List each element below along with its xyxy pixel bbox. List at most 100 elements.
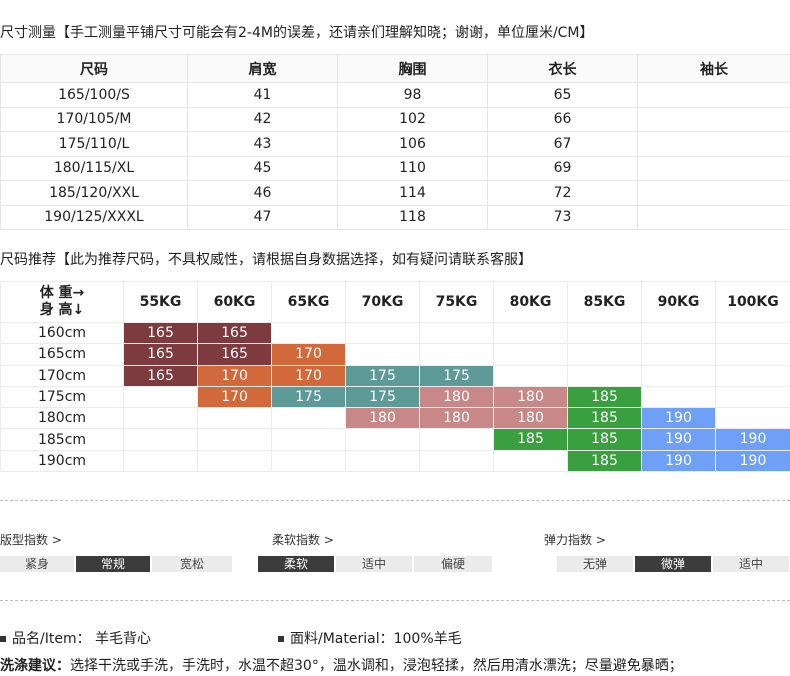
size-value: 180 — [346, 408, 419, 429]
weight-header: 55KG — [123, 281, 198, 323]
size-cell — [197, 428, 272, 451]
measure-row: 190/125/XXXL 47 118 73 — [0, 204, 790, 230]
measure-cell: 66 — [487, 106, 638, 132]
size-value: 190 — [642, 450, 715, 472]
weight-header: 70KG — [345, 281, 420, 323]
size-cell — [715, 407, 790, 430]
measure-cell: 170/105/M — [0, 106, 188, 132]
measure-row: 185/120/XXL 46 114 72 — [0, 180, 790, 206]
size-cell: 185 — [493, 428, 568, 451]
size-cell: 175 — [419, 364, 494, 387]
size-cell — [493, 449, 568, 473]
size-value: 175 — [272, 386, 345, 408]
measure-cell: 106 — [337, 131, 488, 157]
size-value: 190 — [716, 429, 790, 450]
measure-cell: 72 — [487, 180, 638, 206]
height-row: 175cm 170 175 175 180 180 185 — [0, 385, 790, 409]
size-value: 190 — [716, 450, 790, 472]
measure-cell: 45 — [187, 155, 338, 181]
header-shoulder: 肩宽 — [187, 54, 338, 83]
elasticity-option: 微弹 — [635, 556, 711, 572]
size-cell — [419, 449, 494, 473]
size-value: 170 — [198, 386, 271, 408]
size-cell: 175 — [345, 385, 420, 409]
height-label: 190cm — [0, 449, 124, 473]
measure-cell: 69 — [487, 155, 638, 181]
softness-option: 适中 — [336, 556, 412, 572]
size-cell: 165 — [197, 343, 272, 366]
size-cell — [567, 321, 642, 345]
measure-cell — [637, 180, 790, 206]
weight-header: 90KG — [641, 281, 716, 323]
measure-cell: 46 — [187, 180, 338, 206]
measure-cell: 67 — [487, 131, 638, 157]
size-cell: 175 — [271, 385, 346, 409]
header-length: 衣长 — [487, 54, 638, 83]
weight-header: 60KG — [197, 281, 272, 323]
size-cell: 170 — [271, 364, 346, 387]
size-recommend-table: 体 重→ 身 高↓ 55KG 60KG 65KG 70KG 75KG 80KG 85KG 90… — [0, 281, 790, 473]
size-value: 185 — [568, 408, 641, 429]
size-value: 190 — [642, 429, 715, 450]
size-cell — [345, 428, 420, 451]
elasticity-index-title: 弹力指数 > — [544, 533, 606, 547]
softness-index-title: 柔软指数 > — [272, 533, 334, 547]
size-cell: 185 — [567, 428, 642, 451]
height-row: 180cm 180 180 180 185 190 — [0, 407, 790, 430]
measure-cell — [637, 131, 790, 157]
size-value: 170 — [272, 344, 345, 365]
measure-cell: 47 — [187, 204, 338, 230]
measure-cell: 114 — [337, 180, 488, 206]
size-cell — [123, 428, 198, 451]
size-cell — [641, 364, 716, 387]
measure-cell: 165/100/S — [0, 82, 188, 108]
size-value: 170 — [198, 365, 271, 386]
size-cell: 180 — [493, 385, 568, 409]
size-cell: 190 — [641, 449, 716, 473]
size-cell — [715, 343, 790, 366]
measure-cell: 41 — [187, 82, 338, 108]
size-value: 175 — [346, 386, 419, 408]
size-value: 190 — [642, 408, 715, 429]
fit-index-scale: 紧身 常规 宽松 — [0, 556, 234, 572]
size-cell: 170 — [271, 343, 346, 366]
elasticity-option: 无弹 — [557, 556, 633, 572]
size-cell — [123, 407, 198, 430]
header-sleeve: 袖长 — [637, 54, 790, 83]
height-label: 175cm — [0, 385, 124, 409]
measure-row: 165/100/S 41 98 65 — [0, 82, 790, 108]
divider — [0, 600, 790, 601]
wash-instructions: 洗涤建议：选择干洗或手洗，手洗时，水温不超30°，温水调和，浸泡轻揉，然后用清水… — [0, 655, 683, 675]
size-cell: 165 — [123, 343, 198, 366]
size-cell — [197, 407, 272, 430]
size-value: 185 — [568, 450, 641, 472]
size-value: 175 — [420, 365, 493, 386]
measure-cell — [637, 106, 790, 132]
size-cell: 180 — [419, 407, 494, 430]
height-label: 165cm — [0, 343, 124, 366]
size-cell — [123, 385, 198, 409]
product-material-text: 面料/Material：100%羊毛 — [290, 631, 462, 647]
size-cell: 180 — [493, 407, 568, 430]
elasticity-index-scale: 无弹 微弹 适中 — [557, 556, 790, 572]
softness-option: 偏硬 — [414, 556, 492, 572]
height-row: 170cm 165 170 170 175 175 — [0, 364, 790, 387]
size-value: 180 — [494, 408, 567, 429]
bullet-icon — [0, 636, 6, 642]
size-cell: 165 — [197, 321, 272, 345]
size-cell — [493, 364, 568, 387]
elasticity-option: 适中 — [713, 556, 789, 572]
size-cell — [493, 321, 568, 345]
measure-table: 尺码 肩宽 胸围 衣长 袖长 165/100/S 41 98 65 170/105/M 4… — [0, 54, 790, 230]
measure-row: 180/115/XL 45 110 69 — [0, 155, 790, 181]
bullet-icon — [278, 636, 284, 642]
fit-option: 紧身 — [0, 556, 74, 572]
size-cell — [567, 364, 642, 387]
softness-index-scale: 柔软 适中 偏硬 — [258, 556, 494, 572]
height-row: 185cm 185 185 190 190 — [0, 428, 790, 451]
size-cell: 190 — [715, 428, 790, 451]
weight-header: 80KG — [493, 281, 568, 323]
product-item-text: 品名/Item： 羊毛背心 — [12, 631, 152, 647]
size-cell: 185 — [567, 385, 642, 409]
size-cell — [271, 407, 346, 430]
